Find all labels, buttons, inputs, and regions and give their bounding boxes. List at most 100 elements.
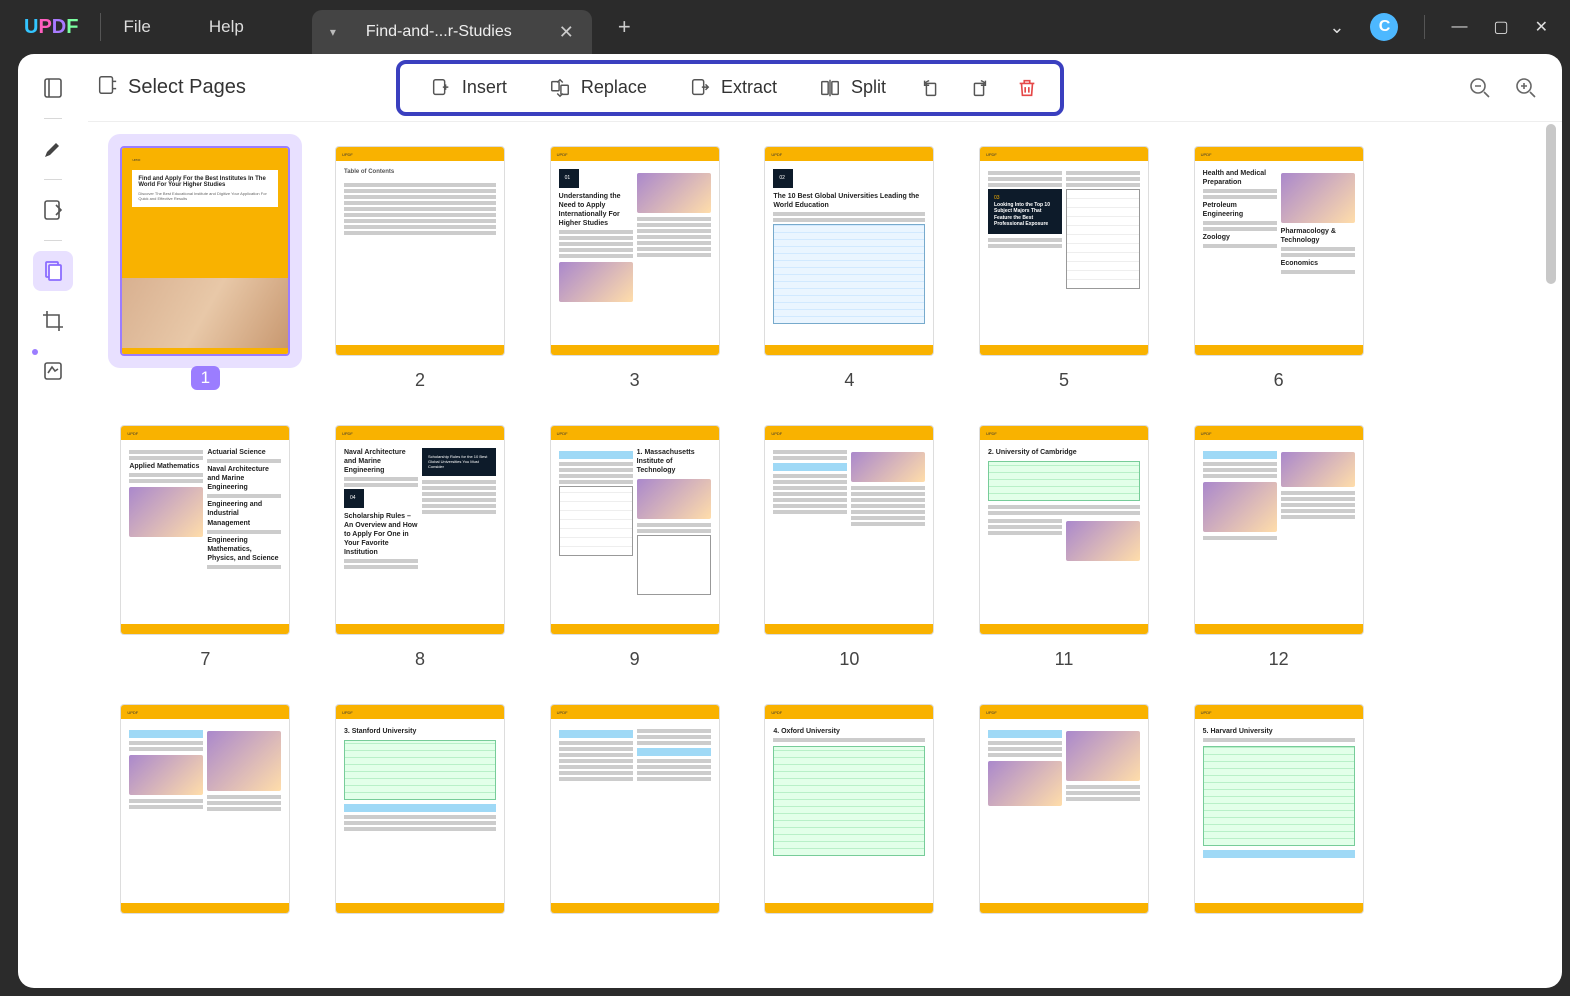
page-thumb-17[interactable]: UPDF	[971, 704, 1158, 914]
tab-close-icon[interactable]: ✕	[559, 22, 574, 43]
tab-bar: ▾ Find-and-...r-Studies ✕ +	[312, 0, 631, 54]
brand: UPDF	[551, 147, 719, 161]
page-number: 9	[630, 649, 640, 670]
brand: UPDF	[1195, 705, 1363, 719]
replace-button[interactable]: Replace	[531, 71, 665, 105]
page-thumb-12[interactable]: UPDF12	[1185, 425, 1372, 670]
chapter-title: Looking Into the Top 10 Subject Majors T…	[994, 202, 1056, 228]
heading: 4. Oxford University	[773, 727, 925, 736]
page-number: 11	[1055, 649, 1074, 670]
edit-tool[interactable]	[33, 190, 73, 230]
page-thumb-14[interactable]: UPDF3. Stanford University	[327, 704, 514, 914]
menu-file[interactable]: File	[123, 17, 150, 37]
extract-label: Extract	[721, 77, 777, 98]
brand: UPDF	[980, 426, 1148, 440]
maximize-icon[interactable]: ▢	[1493, 17, 1508, 37]
page-number: 6	[1274, 370, 1284, 391]
page-thumb-3[interactable]: UPDF 01Understanding the Need to Apply I…	[541, 146, 728, 391]
heading: Actuarial Science	[207, 448, 281, 457]
chevron-down-icon[interactable]: ⌄	[1329, 17, 1344, 38]
select-pages-label[interactable]: Select Pages	[128, 76, 246, 99]
heading: Engineering and Industrial Management	[207, 500, 281, 527]
page-thumb-6[interactable]: UPDF Health and Medical Preparation Petro…	[1185, 146, 1372, 391]
heading: Zoology	[1203, 233, 1277, 242]
chapter-num: 01	[559, 169, 579, 188]
zoom-controls	[1468, 76, 1538, 100]
page-thumb-16[interactable]: UPDF4. Oxford University	[756, 704, 943, 914]
page-thumb-5[interactable]: UPDF 03Looking Into the Top 10 Subject M…	[971, 146, 1158, 391]
brand: UPDF	[980, 705, 1148, 719]
page-thumb-1[interactable]: UPDF Find and Apply For the Best Institu…	[112, 146, 299, 391]
minimize-icon[interactable]: —	[1451, 18, 1467, 36]
page-number: 10	[839, 649, 859, 670]
split-button[interactable]: Split	[801, 71, 904, 105]
page-thumb-7[interactable]: UPDF Applied Mathematics Actuarial Science…	[112, 425, 299, 670]
heading: Health and Medical Preparation	[1203, 169, 1277, 187]
rotate-right-button[interactable]	[958, 71, 1000, 105]
menu-help[interactable]: Help	[209, 17, 244, 37]
page-thumb-4[interactable]: UPDF 02The 10 Best Global Universities L…	[756, 146, 943, 391]
page-actions-group: Insert Replace Extract Split	[396, 60, 1064, 116]
chapter-title: Scholarship Rules – An Overview and How …	[344, 512, 418, 557]
rotate-left-button[interactable]	[910, 71, 952, 105]
page-thumb-8[interactable]: UPDF Naval Architecture and Marine Engine…	[327, 425, 514, 670]
select-pages-icon[interactable]	[96, 74, 118, 101]
page-thumb-15[interactable]: UPDF	[541, 704, 728, 914]
heading: Petroleum Engineering	[1203, 201, 1277, 219]
page-thumb-13[interactable]: UPDF	[112, 704, 299, 914]
page-number: 12	[1269, 649, 1289, 670]
zoom-out-icon[interactable]	[1468, 76, 1492, 100]
brand: UPDF	[336, 426, 504, 440]
toc-title: Table of Contents	[344, 169, 496, 177]
tab-dropdown-icon[interactable]: ▾	[330, 25, 336, 39]
insert-button[interactable]: Insert	[412, 71, 525, 105]
user-avatar[interactable]: C	[1370, 13, 1398, 41]
separator	[100, 13, 101, 41]
heading: Applied Mathematics	[129, 462, 203, 471]
divider	[44, 118, 62, 119]
page-thumb-11[interactable]: UPDF 2. University of Cambridge 11	[971, 425, 1158, 670]
heading: Naval Architecture and Marine Engineerin…	[207, 465, 281, 492]
insert-label: Insert	[462, 77, 507, 98]
chapter-num: 04	[344, 489, 364, 508]
brand: UPDF	[121, 705, 289, 719]
tab-title: Find-and-...r-Studies	[366, 23, 541, 41]
app-logo: UPDF	[24, 16, 78, 39]
page-thumb-10[interactable]: UPDF10	[756, 425, 943, 670]
close-icon[interactable]: ✕	[1535, 17, 1548, 37]
active-tool-indicator	[32, 349, 38, 355]
scrollbar-thumb[interactable]	[1546, 124, 1556, 284]
document-tab[interactable]: ▾ Find-and-...r-Studies ✕	[312, 10, 592, 54]
brand: UPDF	[121, 426, 289, 440]
highlighter-tool[interactable]	[33, 129, 73, 169]
new-tab-button[interactable]: +	[618, 14, 631, 40]
main-panel: Select Pages Insert Replace Extract Spli…	[88, 54, 1562, 988]
page-thumb-9[interactable]: UPDF1. Massachusetts Institute of Techno…	[541, 425, 728, 670]
watermark-tool[interactable]	[33, 351, 73, 391]
brand: UPDF	[765, 147, 933, 161]
split-label: Split	[851, 77, 886, 98]
divider	[44, 240, 62, 241]
brand: UPDF	[1195, 147, 1363, 161]
page-number: 7	[200, 649, 210, 670]
page-number: 5	[1059, 370, 1069, 391]
divider	[44, 179, 62, 180]
reader-tool[interactable]	[33, 68, 73, 108]
workarea: Select Pages Insert Replace Extract Spli…	[18, 54, 1562, 988]
page-thumb-2[interactable]: UPDF Table of Contents 2	[327, 146, 514, 391]
organize-toolbar: Select Pages Insert Replace Extract Spli…	[88, 54, 1562, 122]
thumbnail-grid[interactable]: UPDF Find and Apply For the Best Institu…	[88, 122, 1562, 988]
extract-button[interactable]: Extract	[671, 71, 795, 105]
crop-tool[interactable]	[33, 301, 73, 341]
page-number: 8	[415, 649, 425, 670]
heading: 5. Harvard University	[1203, 727, 1355, 736]
brand: UPDF	[551, 426, 719, 440]
brand: UPDF	[336, 705, 504, 719]
page-thumb-18[interactable]: UPDF 5. Harvard University	[1185, 704, 1372, 914]
delete-button[interactable]	[1006, 71, 1048, 105]
heading: Naval Architecture and Marine Engineerin…	[344, 448, 418, 475]
zoom-in-icon[interactable]	[1514, 76, 1538, 100]
heading: Economics	[1281, 259, 1355, 268]
organize-pages-tool[interactable]	[33, 251, 73, 291]
heading: 2. University of Cambridge	[988, 448, 1140, 457]
